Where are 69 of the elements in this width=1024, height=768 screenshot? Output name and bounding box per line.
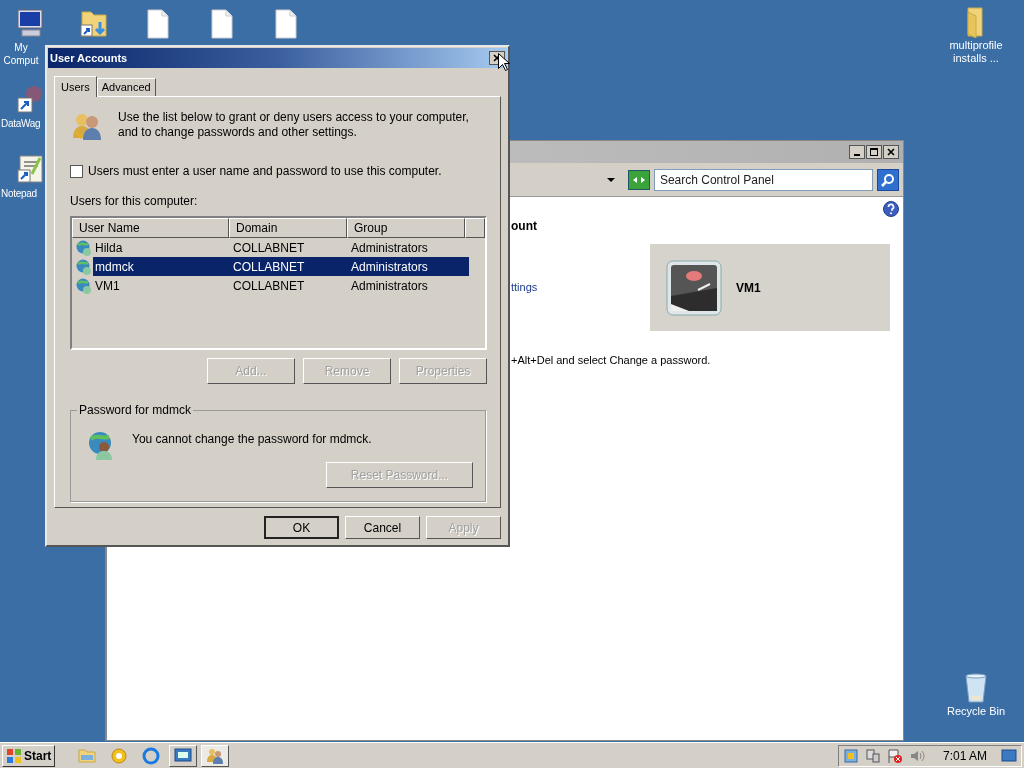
list-row[interactable]: mdmck COLLABNET Administrators <box>93 257 469 276</box>
taskbar-button[interactable] <box>201 744 230 767</box>
record-player-icon <box>666 259 722 316</box>
table-cell-text: Administrators <box>350 277 429 295</box>
instruction-text: +Alt+Del and select Change a password. <box>511 353 711 368</box>
tray-button[interactable] <box>864 747 881 764</box>
desktop-icon-label[interactable]: Recycle Bin <box>946 705 1006 718</box>
user-globe-icon <box>75 238 93 257</box>
maximize-button[interactable] <box>866 145 882 159</box>
table-cell-text: COLLABNET <box>232 258 306 276</box>
dialog-button[interactable]: Cancel <box>345 516 420 539</box>
column-header[interactable]: User Name <box>72 218 229 238</box>
clock-time: 7:01 AM <box>942 747 987 765</box>
list-row[interactable]: VM1 COLLABNET Administrators <box>93 276 469 295</box>
dialog-button[interactable]: OK <box>264 516 339 539</box>
start-button[interactable]: Start <box>2 744 56 767</box>
notepad-icon <box>14 154 46 186</box>
tab[interactable]: Users <box>54 76 97 97</box>
search-button[interactable] <box>877 168 899 191</box>
windows-logo-icon <box>6 747 22 764</box>
column-header-filler <box>465 218 485 238</box>
intro-text: Use the list below to grant or deny users access to your computer, and to change passwords and other settings. <box>118 110 470 140</box>
taskbar-button[interactable] <box>169 744 198 767</box>
show-desktop-icon <box>1001 748 1017 763</box>
maximize-icon <box>870 148 878 156</box>
table-cell-text: COLLABNET <box>232 239 306 257</box>
window-title: User Accounts <box>50 50 128 66</box>
table-cell-text: Hilda <box>94 239 124 257</box>
table-cell-text: COLLABNET <box>232 277 306 295</box>
close-button[interactable] <box>883 145 899 159</box>
search-field[interactable]: Search Control Panel <box>653 168 874 191</box>
account-name: VM1 <box>736 279 761 297</box>
section-heading: ount <box>511 218 537 235</box>
flag-error-icon <box>886 747 903 764</box>
desktop-icon-label[interactable]: DataWag <box>1 117 41 130</box>
mouse-pointer-icon <box>498 53 510 71</box>
start-label: Start <box>24 747 52 765</box>
user-globe-icon <box>75 276 93 295</box>
group-label: Password for mdmck <box>77 403 194 417</box>
column-header[interactable]: Group <box>347 218 465 238</box>
desktop-icon-label[interactable]: Notepad <box>1 187 37 200</box>
user-globe-icon <box>75 257 93 276</box>
computer-icon <box>14 8 46 40</box>
arrows-icon <box>631 174 646 185</box>
refresh-button[interactable] <box>627 169 650 190</box>
desktop-icon-label[interactable]: My Comput <box>1 41 41 67</box>
tab[interactable]: Advanced <box>96 78 156 96</box>
desktop-icon-label[interactable]: multiprofile installs ... <box>944 39 1008 65</box>
checkbox[interactable] <box>70 164 83 178</box>
minimize-button[interactable] <box>849 145 865 159</box>
section-label: Users for this computer: <box>70 193 198 210</box>
help-icon <box>883 201 899 217</box>
account-card[interactable]: VM1 <box>650 244 890 331</box>
column-header[interactable]: Domain <box>229 218 347 238</box>
close-icon <box>887 148 895 156</box>
message-text: You cannot change the password for mdmck. <box>132 431 372 448</box>
tray-window-icon <box>842 747 859 764</box>
table-cell-text: VM1 <box>94 277 121 295</box>
dropdown-arrow-icon <box>606 176 616 183</box>
folder-shortcut-icon <box>78 8 110 40</box>
settings-link[interactable]: ttings <box>511 279 538 296</box>
table-cell-text: Administrators <box>350 258 429 276</box>
tray-button[interactable] <box>886 747 903 764</box>
table-cell-text: mdmck <box>94 258 135 276</box>
table-cell-text: Administrators <box>350 239 429 257</box>
list-row[interactable]: Hilda COLLABNET Administrators <box>93 238 469 257</box>
network-icon <box>864 747 881 764</box>
checkbox-label[interactable]: Users must enter a user name and password to use this computer. <box>88 162 442 180</box>
search-icon <box>881 172 896 187</box>
